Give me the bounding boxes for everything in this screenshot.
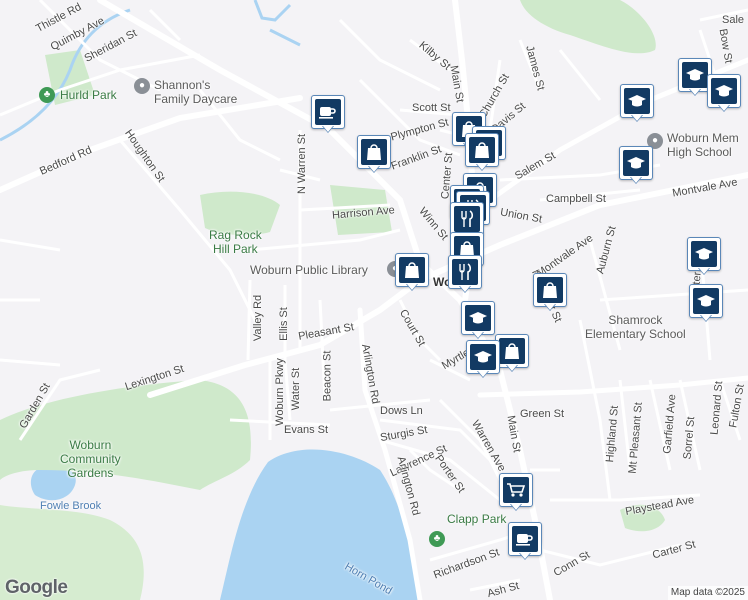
shopping-bag-icon — [499, 338, 525, 364]
coffee-icon — [512, 526, 538, 552]
map-attribution[interactable]: Map data ©2025 — [667, 586, 748, 600]
place-shannons-daycare: Shannon's Family Daycare — [154, 78, 238, 106]
school-marker[interactable] — [619, 146, 653, 186]
google-logo[interactable]: Google — [5, 577, 68, 599]
graduation-cap-icon — [465, 305, 491, 331]
street-ellis-st: Ellis St — [277, 307, 290, 341]
graduation-cap-icon — [711, 78, 737, 104]
shopping-cart-icon — [503, 477, 529, 503]
school-marker[interactable] — [466, 340, 500, 380]
school-marker[interactable] — [687, 237, 721, 277]
hurld-park-icon[interactable]: ♣ — [39, 87, 55, 103]
graduation-cap-icon — [693, 288, 719, 314]
school-marker[interactable] — [620, 84, 654, 124]
shop-marker[interactable] — [495, 334, 529, 374]
shop-marker[interactable] — [533, 273, 567, 313]
coffee-icon — [315, 99, 341, 125]
fork-knife-icon — [454, 206, 480, 232]
shopping-bag-icon — [399, 257, 425, 283]
school-marker[interactable] — [689, 284, 723, 324]
graduation-cap-icon — [624, 88, 650, 114]
shopping-bag-icon — [537, 277, 563, 303]
place-clapp-park: Clapp Park — [447, 512, 507, 526]
graduation-cap-icon — [623, 150, 649, 176]
street-dows-ln: Dows Ln — [380, 405, 423, 417]
school-marker[interactable] — [461, 301, 495, 341]
street-campbell-st: Campbell St — [546, 193, 606, 205]
map-canvas[interactable]: ● ♣ ♣ ● ● Hurld Park Shannon's Family Da… — [0, 0, 748, 600]
graduation-cap-icon — [470, 344, 496, 370]
street-green-st: Green St — [520, 408, 565, 420]
grocery-marker[interactable] — [499, 473, 533, 513]
place-woburn-public-library: Woburn Public Library — [250, 263, 368, 277]
shopping-bag-icon — [469, 137, 495, 163]
graduation-cap-icon — [682, 62, 708, 88]
school-marker[interactable] — [707, 74, 741, 114]
place-woburn-community-gardens: Woburn Community Gardens — [60, 438, 121, 480]
clapp-park-icon[interactable]: ♣ — [429, 531, 445, 547]
street-scott-st: Scott St — [412, 102, 451, 114]
cafe-marker[interactable] — [508, 522, 542, 562]
daycare-poi-icon[interactable]: ● — [134, 78, 150, 94]
place-woburn-memorial-high-school: Woburn Mem High School — [667, 131, 739, 159]
cafe-marker[interactable] — [311, 95, 345, 135]
street-n-warren-st: N Warren St — [296, 133, 309, 195]
shopping-bag-icon — [361, 139, 387, 165]
shop-marker[interactable] — [395, 253, 429, 293]
place-fowle-brook: Fowle Brook — [40, 500, 102, 512]
street-woburn-pkwy: Woburn Pkwy — [273, 358, 286, 426]
street-salem-top: Sale — [722, 14, 745, 26]
street-evans-st: Evans St — [284, 424, 329, 436]
restaurant-marker[interactable] — [448, 255, 482, 295]
shop-marker[interactable] — [357, 135, 391, 175]
street-beacon-st: Beacon St — [321, 350, 334, 402]
fork-knife-icon — [452, 259, 478, 285]
shop-marker[interactable] — [465, 133, 499, 173]
place-rag-rock-hill-park: Rag Rock Hill Park — [209, 228, 262, 256]
graduation-cap-icon — [691, 241, 717, 267]
place-shamrock-elementary-school: Shamrock Elementary School — [585, 313, 686, 341]
street-valley-rd: Valley Rd — [252, 294, 265, 342]
place-hurld-park: Hurld Park — [60, 88, 117, 102]
street-water-st: Water St — [290, 367, 303, 411]
